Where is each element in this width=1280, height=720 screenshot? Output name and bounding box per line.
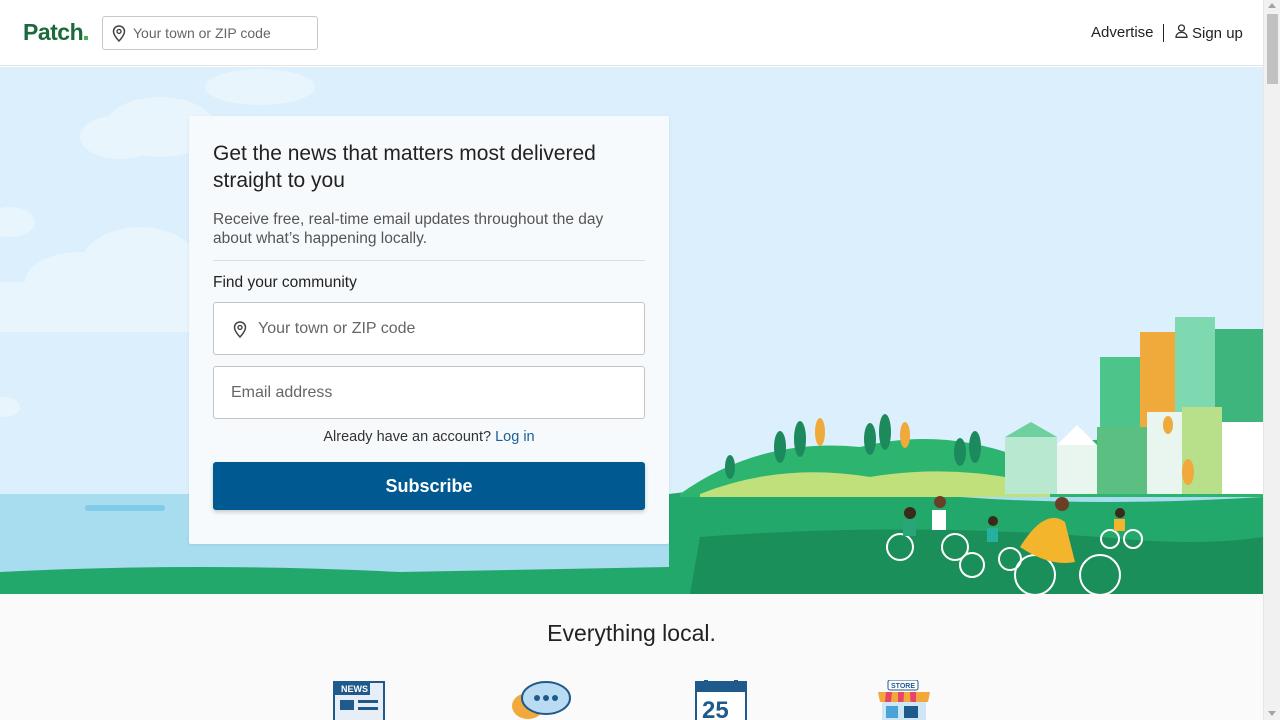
email-field[interactable] (213, 366, 645, 419)
location-pin-icon (233, 321, 247, 343)
signup-card: Get the news that matters most delivered… (189, 116, 669, 544)
account-prompt: Already have an account? Log in (189, 429, 669, 445)
logo-dot (84, 36, 89, 40)
user-icon (1175, 24, 1188, 42)
signup-subtext: Receive free, real-time email updates th… (213, 211, 604, 247)
store-icon-label: STORE (891, 683, 915, 690)
header-search-input[interactable] (133, 17, 313, 49)
signup-link[interactable]: Sign up (1175, 24, 1243, 42)
features-heading: Everything local. (547, 620, 716, 646)
news-icon-label: NEWS (341, 684, 368, 694)
chat-icon[interactable] (510, 680, 572, 720)
header-location-search[interactable] (102, 16, 318, 50)
login-link[interactable]: Log in (495, 429, 535, 445)
scroll-down-icon[interactable] (1268, 711, 1276, 716)
advertise-link[interactable]: Advertise (1091, 24, 1154, 41)
community-label: Find your community (213, 274, 357, 291)
account-prompt-text: Already have an account? (323, 429, 492, 445)
signup-headline: Get the news that matters most delivered… (213, 142, 596, 192)
divider (213, 260, 645, 261)
scroll-up-icon[interactable] (1268, 3, 1276, 8)
town-input[interactable] (258, 303, 638, 354)
page-scrollbar[interactable] (1263, 0, 1280, 720)
email-input[interactable] (231, 367, 631, 418)
features-section: Everything local. NEWS 25 STORE (0, 594, 1263, 720)
patch-logo[interactable]: Patch (23, 19, 89, 46)
scrollbar-thumb[interactable] (1267, 14, 1278, 84)
nav-divider (1163, 24, 1164, 42)
subscribe-button[interactable]: Subscribe (213, 462, 645, 510)
signup-label: Sign up (1192, 24, 1243, 42)
logo-text: Patch (23, 19, 84, 45)
calendar-icon[interactable]: 25 (694, 680, 750, 720)
location-pin-icon (112, 25, 126, 47)
town-field[interactable] (213, 302, 645, 355)
calendar-icon-day: 25 (702, 697, 729, 720)
store-icon[interactable]: STORE (876, 679, 932, 720)
news-icon[interactable]: NEWS (332, 680, 388, 720)
site-header: Patch Advertise Sign up (0, 0, 1263, 66)
